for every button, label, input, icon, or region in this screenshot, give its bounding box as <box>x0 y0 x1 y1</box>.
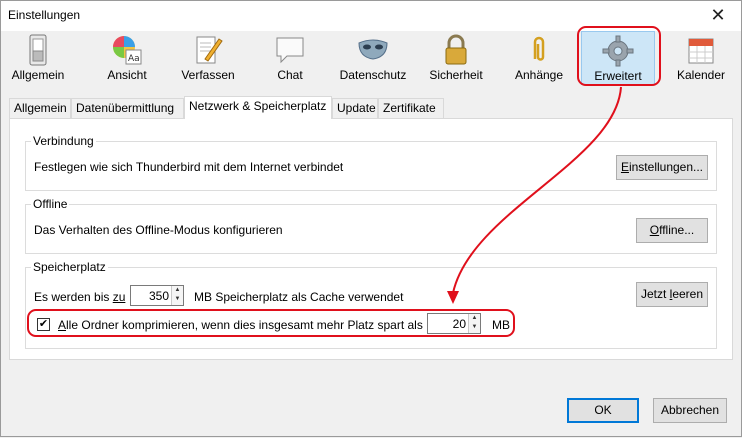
toolbar-label: Verfassen <box>181 68 235 82</box>
button-label: instellungen... <box>628 160 704 174</box>
compact-folders-checkbox[interactable]: ✔ <box>37 318 50 331</box>
tab-update[interactable]: Update <box>332 98 378 118</box>
cache-size-value: 350 <box>148 289 169 303</box>
toolbar-allgemein[interactable]: Allgemein <box>7 31 69 85</box>
button-mnemonic: E <box>620 160 629 174</box>
stepper-arrows-icon[interactable]: ▲ ▼ <box>171 286 183 305</box>
stepper-arrows-icon[interactable]: ▲ ▼ <box>468 314 480 333</box>
compact-unit: MB <box>492 318 510 332</box>
button-label: Jetzt <box>640 287 670 301</box>
speech-bubble-icon <box>276 37 304 64</box>
toolbar-label: Ansicht <box>107 68 147 82</box>
palette-icon: Aa <box>113 36 142 65</box>
toolbar-label: Sicherheit <box>429 68 483 82</box>
tab-netzwerk-speicherplatz[interactable]: Netzwerk & Speicherplatz <box>184 96 332 119</box>
offline-description: Das Verhalten des Offline-Modus konfigur… <box>34 223 283 237</box>
preferences-dialog: Einstellungen ✕ Allgemein Aa Ansicht Ver… <box>0 0 742 437</box>
tab-panel: Verbindung Festlegen wie sich Thunderbir… <box>9 118 733 360</box>
mask-icon <box>358 39 388 60</box>
toolbar-verfassen[interactable]: Verfassen <box>177 31 239 85</box>
toolbar-label: Erweitert <box>594 69 642 83</box>
toolbar-chat[interactable]: Chat <box>265 31 315 85</box>
tab-zertifikate[interactable]: Zertifikate <box>378 98 444 118</box>
toolbar-label: Datenschutz <box>339 68 407 82</box>
button-label: eeren <box>672 287 704 301</box>
padlock-icon <box>445 34 467 65</box>
verbindung-settings-button[interactable]: Einstellungen... <box>616 155 708 180</box>
toolbar-label: Allgemein <box>11 68 65 82</box>
tab-allgemein[interactable]: Allgemein <box>9 98 71 118</box>
group-title: Offline <box>31 197 70 211</box>
verbindung-description: Festlegen wie sich Thunderbird mit dem I… <box>34 160 344 174</box>
toolbar-label: Kalender <box>676 68 726 82</box>
calendar-icon <box>688 38 714 64</box>
paperclip-icon <box>533 36 545 61</box>
group-verbindung: Verbindung Festlegen wie sich Thunderbir… <box>25 134 717 191</box>
group-speicherplatz: Speicherplatz Es werden bis zu 350 ▲ ▼ MB… <box>25 260 717 349</box>
svg-text:Aa: Aa <box>128 54 140 64</box>
cancel-button[interactable]: Abbrechen <box>653 398 727 423</box>
button-label: ffline... <box>659 223 695 237</box>
offline-button[interactable]: Offline... <box>636 218 708 243</box>
cache-label-prefix: Es werden bis zu <box>34 290 125 304</box>
ok-button[interactable]: OK <box>567 398 639 423</box>
toolbar-sicherheit[interactable]: Sicherheit <box>425 31 487 85</box>
cache-prefix-text: Es werden bis <box>34 290 113 304</box>
compact-mnemonic: A <box>58 318 67 332</box>
compact-label-text: lle Ordner komprimieren, wenn dies insge… <box>66 318 423 332</box>
toolbar-label: Chat <box>277 68 303 82</box>
button-mnemonic: O <box>649 223 660 237</box>
switch-icon <box>29 34 47 66</box>
window-title: Einstellungen <box>8 8 81 22</box>
cache-label-suffix: MB Speicherplatz als Cache verwendet <box>194 290 404 304</box>
category-toolbar: Allgemein Aa Ansicht Verfassen Chat Date… <box>1 31 741 87</box>
toolbar-erweitert[interactable]: Erweitert <box>581 31 655 85</box>
cache-size-stepper[interactable]: 350 ▲ ▼ <box>130 285 184 306</box>
toolbar-kalender[interactable]: Kalender <box>671 31 731 85</box>
group-title: Speicherplatz <box>31 260 108 274</box>
pen-paper-icon <box>196 36 223 64</box>
cache-prefix-mnemonic: zu <box>112 290 126 304</box>
toolbar-datenschutz[interactable]: Datenschutz <box>337 31 409 85</box>
title-bar: Einstellungen ✕ <box>1 1 741 31</box>
compact-folders-label: Alle Ordner komprimieren, wenn dies insg… <box>58 318 423 332</box>
gear-icon <box>602 35 634 67</box>
toolbar-label: Anhänge <box>514 68 564 82</box>
tab-datenuebermittlung[interactable]: Datenübermittlung <box>71 98 184 118</box>
compact-threshold-value: 20 <box>452 317 466 331</box>
group-offline: Offline Das Verhalten des Offline-Modus … <box>25 197 717 254</box>
compact-threshold-stepper[interactable]: 20 ▲ ▼ <box>427 313 481 334</box>
toolbar-anhaenge[interactable]: Anhänge <box>509 31 569 85</box>
close-icon[interactable]: ✕ <box>695 1 741 30</box>
toolbar-ansicht[interactable]: Aa Ansicht <box>97 31 157 85</box>
group-title: Verbindung <box>31 134 96 148</box>
clear-cache-button[interactable]: Jetzt leeren <box>636 282 708 307</box>
